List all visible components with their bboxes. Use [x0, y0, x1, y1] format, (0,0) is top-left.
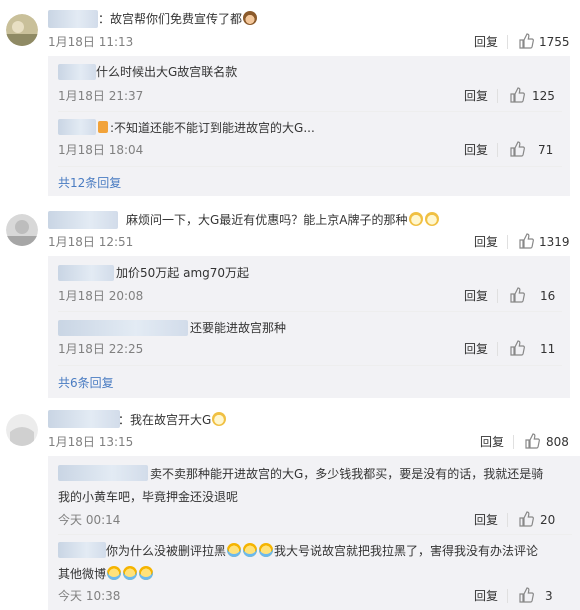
reply-time: 1月18日 22:25 [58, 342, 144, 356]
monkey-emoji [243, 11, 258, 25]
more-replies-link[interactable]: 共6条回复 [58, 375, 114, 391]
username-redacted[interactable] [58, 465, 148, 481]
username-redacted[interactable] [48, 410, 120, 428]
comment-text: 麻烦问一下，大G最近有优惠吗？能上京A牌子的那种 [126, 212, 440, 228]
reply-time: 1月18日 18:04 [58, 143, 144, 157]
cat-emoji [424, 212, 439, 226]
reply-time: 1月18日 20:08 [58, 289, 144, 303]
reply-time: 今天 10:38 [58, 589, 121, 603]
like-icon[interactable] [524, 433, 540, 449]
reply-text: 还要能进故宫那种 [190, 321, 287, 335]
more-replies-link[interactable]: 共12条回复 [58, 175, 121, 191]
crying-laughing-emoji [107, 566, 122, 580]
avatar[interactable] [6, 414, 38, 446]
reply-button[interactable]: 回复 [474, 34, 498, 50]
like-count: 1319 [539, 235, 570, 249]
username-redacted[interactable] [58, 265, 114, 281]
crying-laughing-emoji [243, 543, 258, 557]
like-count: 11 [540, 342, 556, 356]
cat-emoji [408, 212, 423, 226]
avatar[interactable] [6, 14, 38, 46]
avatar[interactable] [6, 214, 38, 246]
divider [507, 589, 508, 603]
like-icon[interactable] [509, 287, 525, 303]
divider [507, 235, 508, 249]
reply-button[interactable]: 回复 [474, 588, 498, 604]
like-icon[interactable] [509, 87, 525, 103]
like-count: 3 [545, 589, 553, 603]
like-count: 808 [546, 435, 569, 449]
comment-text: ：我在故宫开大G [118, 412, 227, 428]
reply-button[interactable]: 回复 [464, 288, 488, 304]
crying-laughing-emoji [123, 566, 138, 580]
username-redacted[interactable] [58, 542, 106, 558]
crying-laughing-emoji [227, 543, 242, 557]
like-icon[interactable] [509, 340, 525, 356]
like-count: 71 [538, 143, 554, 157]
comment-text: ：故宫帮你们免费宣传了都 [98, 11, 258, 27]
reply-text: :不知道还能不能订到能进故宫的大G... [110, 121, 315, 135]
divider [507, 35, 508, 49]
divider [507, 513, 508, 527]
comment-time: 1月18日 12:51 [48, 235, 134, 249]
divider [58, 365, 562, 366]
divider [58, 311, 562, 312]
like-count: 20 [540, 513, 556, 527]
comment-time: 1月18日 11:13 [48, 35, 134, 49]
divider [58, 166, 562, 167]
reply-button[interactable]: 回复 [474, 234, 498, 250]
divider [497, 289, 498, 303]
like-icon[interactable] [518, 587, 534, 603]
like-count: 1755 [539, 35, 570, 49]
divider [58, 534, 572, 535]
divider [497, 342, 498, 356]
username-redacted[interactable] [58, 320, 188, 336]
crying-laughing-emoji [139, 566, 154, 580]
username-redacted[interactable] [58, 64, 96, 80]
like-icon[interactable] [518, 233, 534, 249]
divider [58, 111, 562, 112]
like-count: 125 [532, 89, 555, 103]
like-icon[interactable] [518, 511, 534, 527]
reply-button[interactable]: 回复 [464, 341, 488, 357]
reply-text-line2: 我的小黄车吧，毕竟押金还没退呢 [58, 490, 239, 504]
divider [497, 89, 498, 103]
comment-time: 1月18日 13:15 [48, 435, 134, 449]
cat-emoji [212, 412, 227, 426]
like-icon[interactable] [518, 33, 534, 49]
reply-text-line1: 卖不卖那种能开进故宫的大G，多少钱我都买，要是没有的话，我就还是骑 [150, 467, 544, 481]
reply-time: 1月18日 21:37 [58, 89, 144, 103]
reply-time: 今天 00:14 [58, 513, 121, 527]
reply-text: 什么时候出大G故宫联名款 [96, 65, 238, 79]
like-icon[interactable] [509, 141, 525, 157]
reply-button[interactable]: 回复 [464, 88, 488, 104]
divider [497, 143, 498, 157]
reply-text: 加价50万起 amg70万起 [116, 266, 250, 280]
reply-button[interactable]: 回复 [480, 434, 504, 450]
crying-laughing-emoji [259, 543, 274, 557]
reply-button[interactable]: 回复 [464, 142, 488, 158]
username-redacted[interactable] [48, 10, 98, 28]
reply-button[interactable]: 回复 [474, 512, 498, 528]
username-redacted[interactable] [48, 211, 118, 229]
divider [513, 435, 514, 449]
reply-text-line2: 其他微博 [58, 566, 154, 582]
badge-icon [98, 121, 108, 133]
reply-text-line1: 你为什么没被删评拉黑 我大号说故宫就把我拉黑了，害得我没有办法评论 [106, 543, 539, 558]
like-count: 16 [540, 289, 556, 303]
username-redacted[interactable] [58, 119, 96, 135]
